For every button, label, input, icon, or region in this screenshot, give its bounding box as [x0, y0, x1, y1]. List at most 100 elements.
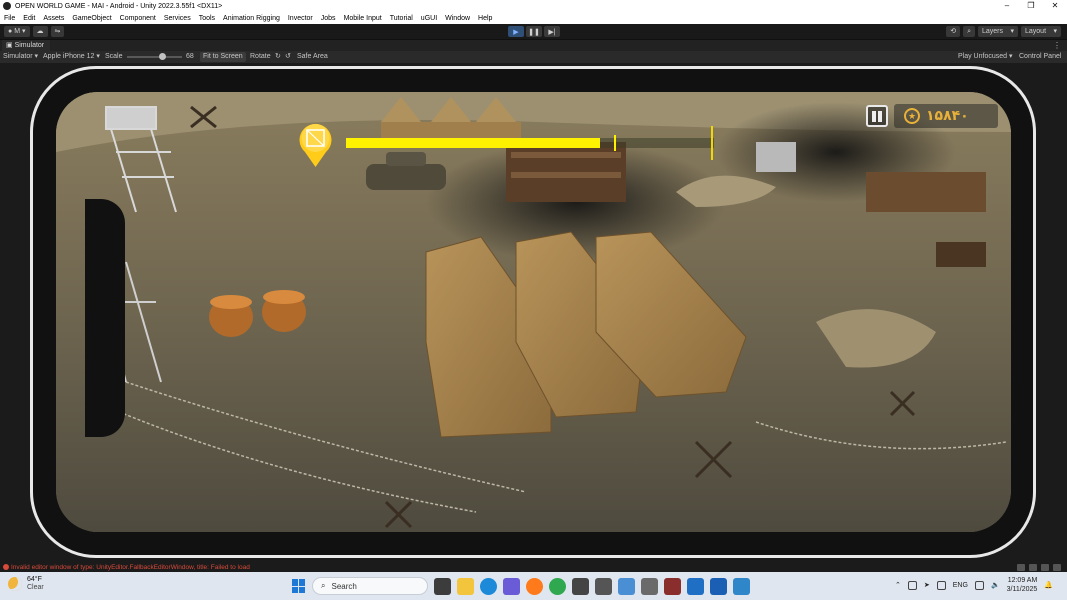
menu-ugui[interactable]: uGUI: [417, 15, 441, 22]
chevron-down-icon: ▾: [1010, 28, 1014, 35]
collab-icon[interactable]: ⇋: [50, 26, 65, 37]
clock-date: 3/11/2025: [1006, 586, 1038, 593]
volume-icon[interactable]: 🔈: [991, 581, 1000, 589]
history-icon[interactable]: ⟲: [946, 26, 961, 37]
chrome-icon[interactable]: [549, 577, 566, 595]
scale-slider[interactable]: [127, 56, 182, 58]
language-indicator[interactable]: ENG: [953, 582, 968, 589]
menu-bar: File Edit Assets GameObject Component Se…: [0, 12, 1067, 24]
control-panel-button[interactable]: Control Panel: [1019, 51, 1061, 63]
notification-bell-icon[interactable]: 🔔: [1044, 581, 1053, 589]
device-frame: ★ ۱۵۸۴۰: [30, 66, 1036, 558]
play-focus-label: Play Unfocused: [958, 53, 1008, 60]
scale-slider-thumb[interactable]: [159, 53, 167, 60]
menu-jobs[interactable]: Jobs: [317, 15, 340, 22]
window-controls: – ❐ ✕: [995, 0, 1067, 12]
map-marker-button[interactable]: [297, 118, 334, 168]
pause-button[interactable]: [866, 105, 888, 127]
rotate-left-icon[interactable]: ↺: [285, 51, 291, 63]
search-icon[interactable]: ⌕: [963, 26, 975, 37]
rotate-right-icon[interactable]: ↻: [275, 51, 281, 63]
tab-simulator[interactable]: ▣ Simulator: [2, 40, 51, 51]
menu-help[interactable]: Help: [474, 15, 496, 22]
unity-editor-icon[interactable]: [595, 577, 612, 595]
archive-icon[interactable]: [664, 577, 681, 595]
console-message: Invalid editor window of type: UnityEdit…: [11, 564, 250, 571]
settings-icon[interactable]: [641, 577, 658, 595]
safe-area-toggle[interactable]: Safe Area: [297, 51, 328, 63]
menu-window[interactable]: Window: [441, 15, 474, 22]
menu-gameobject[interactable]: GameObject: [68, 15, 115, 22]
layers-dropdown[interactable]: Layers ▾: [978, 26, 1018, 37]
unity-logo-icon: [3, 2, 11, 10]
photos-icon[interactable]: [618, 577, 635, 595]
game-screen[interactable]: ★ ۱۵۸۴۰: [56, 92, 1011, 532]
menu-animation-rigging[interactable]: Animation Rigging: [219, 15, 284, 22]
minimize-button[interactable]: –: [995, 0, 1019, 12]
kebab-menu-icon[interactable]: ⋮: [1053, 40, 1061, 51]
weather-widget[interactable]: 64°F Clear: [8, 576, 44, 591]
simulator-toolbar: Simulator ▾ Apple iPhone 12 ▾ Scale 68 F…: [0, 51, 1067, 63]
clock[interactable]: 12:09 AM 3/11/2025: [1007, 576, 1038, 594]
keyboard-icon[interactable]: [936, 580, 946, 590]
pause-editor-button[interactable]: ❚❚: [526, 26, 542, 37]
scale-value: 68: [186, 53, 194, 60]
maximize-button[interactable]: ❐: [1019, 0, 1043, 12]
weather-condition: Clear: [27, 584, 44, 591]
menu-services[interactable]: Services: [160, 15, 195, 22]
console-status-icons: [1017, 564, 1061, 571]
layers-label: Layers: [982, 28, 1004, 35]
menu-assets[interactable]: Assets: [39, 15, 68, 22]
phone-notch: [85, 199, 125, 437]
chevron-up-icon[interactable]: ⌃: [895, 581, 901, 589]
status-icon: [1029, 564, 1037, 571]
app-icon[interactable]: [503, 577, 520, 595]
windows-taskbar: 64°F Clear ⌕ Search ⌃ ➤ ENG 🔈 12:09 AM 3…: [0, 572, 1067, 600]
menu-tutorial[interactable]: Tutorial: [386, 15, 417, 22]
visual-studio-icon[interactable]: [710, 577, 727, 595]
taskbar-search[interactable]: ⌕ Search: [312, 577, 428, 595]
menu-file[interactable]: File: [0, 15, 19, 22]
account-label: M: [14, 28, 21, 35]
task-view-icon[interactable]: [434, 577, 451, 595]
edge-browser-icon[interactable]: [480, 577, 497, 595]
menu-tools[interactable]: Tools: [195, 15, 219, 22]
menu-component[interactable]: Component: [116, 15, 160, 22]
menu-edit[interactable]: Edit: [19, 15, 39, 22]
system-tray: ⌃ ➤ ENG 🔈 12:09 AM 3/11/2025 🔔: [895, 576, 1053, 594]
device-dropdown[interactable]: Apple iPhone 12 ▾: [43, 51, 100, 63]
status-icon: [1017, 564, 1025, 571]
menu-mobile-input[interactable]: Mobile Input: [340, 15, 386, 22]
account-button[interactable]: ● M ▾: [4, 26, 30, 37]
vscode-icon[interactable]: [687, 577, 704, 595]
location-icon[interactable]: ➤: [924, 581, 930, 589]
onedrive-icon[interactable]: [907, 580, 917, 590]
windows-start-icon[interactable]: [292, 579, 306, 593]
layout-dropdown[interactable]: Layout ▾: [1021, 26, 1061, 37]
console-status-bar[interactable]: Invalid editor window of type: UnityEdit…: [0, 563, 1067, 572]
file-explorer-icon[interactable]: [457, 577, 474, 595]
search-placeholder: Search: [331, 581, 357, 591]
unity-hub-icon[interactable]: [572, 577, 589, 595]
mission-progress-bar: [346, 126, 714, 160]
play-button[interactable]: ▶: [508, 26, 524, 37]
status-icon: [1041, 564, 1049, 571]
window-title-bar: OPEN WORLD GAME - MAI - Android - Unity …: [0, 0, 1067, 12]
simulator-mode-dropdown[interactable]: Simulator ▾: [3, 51, 38, 63]
coin-counter: ★ ۱۵۸۴۰: [894, 104, 998, 128]
taskbar-apps: ⌕ Search: [292, 577, 750, 595]
play-focus-dropdown[interactable]: Play Unfocused ▾: [958, 51, 1013, 63]
error-icon: [3, 564, 9, 570]
fit-to-screen-button[interactable]: Fit to Screen: [200, 52, 246, 62]
step-button[interactable]: ▶|: [544, 26, 560, 37]
firefox-icon[interactable]: [526, 577, 543, 595]
menu-invector[interactable]: Invector: [284, 15, 317, 22]
close-button[interactable]: ✕: [1043, 0, 1067, 12]
network-icon[interactable]: [974, 580, 984, 590]
tab-simulator-label: Simulator: [14, 42, 45, 49]
device-label: Apple iPhone 12: [43, 53, 95, 60]
cloud-icon[interactable]: ☁: [32, 26, 48, 37]
app-icon[interactable]: [733, 577, 750, 595]
mission-progress-fill: [346, 138, 600, 148]
main-toolbar: ● M ▾ ☁ ⇋ ▶ ❚❚ ▶| ⟲ ⌕ Layers ▾ Layout ▾: [0, 24, 1067, 40]
